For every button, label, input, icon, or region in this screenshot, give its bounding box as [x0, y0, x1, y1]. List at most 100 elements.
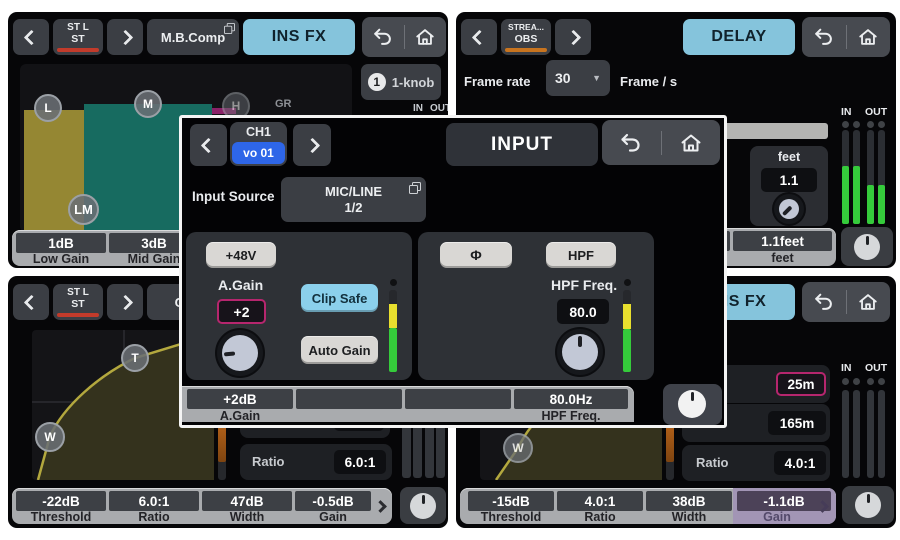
param-footer: -15dB 4.0:1 38dB -1.1dB Threshold Ratio … — [460, 488, 836, 524]
home-icon[interactable] — [679, 131, 703, 155]
more-params-chevron[interactable] — [374, 500, 387, 513]
footer-value-width[interactable]: 47dB — [202, 491, 292, 511]
channel-select-button[interactable]: ST L ST — [53, 284, 103, 320]
clip-safe-button[interactable]: Clip Safe — [301, 284, 378, 312]
channel-name-line2: ST — [71, 33, 84, 45]
footer-value-empty[interactable] — [296, 389, 402, 409]
prev-channel-button[interactable] — [190, 124, 227, 166]
copy-icon — [409, 182, 421, 194]
touch-and-turn-knob-button[interactable] — [842, 486, 894, 524]
feet-knob[interactable] — [774, 194, 804, 224]
undo-icon[interactable] — [813, 26, 835, 48]
footer-value-hpf-freq[interactable]: 80.0Hz — [514, 389, 628, 409]
home-icon[interactable] — [857, 291, 879, 313]
undo-icon[interactable] — [619, 131, 643, 155]
tab-delay[interactable]: DELAY — [683, 19, 795, 55]
prev-channel-button[interactable] — [13, 19, 49, 55]
ratio-value-box[interactable]: 4.0:1 — [774, 451, 826, 475]
home-icon[interactable] — [857, 26, 879, 48]
clip-dot — [853, 378, 860, 385]
threshold-handle[interactable]: T — [121, 344, 149, 372]
meter-yellow — [623, 304, 631, 329]
undo-icon[interactable] — [813, 291, 835, 313]
next-channel-button[interactable] — [555, 19, 591, 55]
footer-value-threshold[interactable]: -22dB — [16, 491, 106, 511]
auto-gain-button[interactable]: Auto Gain — [301, 336, 378, 364]
in-label: IN — [413, 103, 423, 114]
ratio-label: Ratio — [696, 455, 729, 470]
home-icon[interactable] — [414, 26, 436, 48]
mid-band-handle[interactable]: M — [134, 90, 162, 118]
input-source-button[interactable]: MIC/LINE 1/2 — [281, 177, 426, 222]
frame-rate-value: 30 — [555, 70, 571, 86]
meter-yellow — [389, 304, 397, 328]
footer-label: Threshold — [16, 510, 106, 523]
footer-value-empty[interactable] — [405, 389, 511, 409]
phantom-48v-button[interactable]: +48V — [206, 242, 276, 268]
release-value-box[interactable]: 165m — [768, 411, 826, 435]
footer-label: Threshold — [468, 510, 554, 523]
analog-gain-card: +48V A.Gain +2 Clip Safe Auto Gain — [186, 232, 412, 380]
channel-name-badge: vo 01 — [232, 142, 285, 164]
prev-channel-button[interactable] — [13, 284, 49, 320]
channel-name-line1: STREA... — [508, 22, 544, 33]
channel-name-line1: ST L — [67, 287, 89, 298]
phase-button[interactable]: Φ — [440, 242, 512, 268]
chevron-right-icon — [304, 137, 320, 153]
popup-title: INPUT — [446, 123, 598, 166]
footer-value-again[interactable]: +2dB — [187, 389, 293, 409]
footer-label: A.Gain — [187, 409, 293, 422]
in-meter-level — [842, 166, 849, 224]
again-label: A.Gain — [218, 277, 263, 293]
width-handle[interactable]: W — [503, 433, 533, 463]
next-channel-button[interactable] — [107, 19, 143, 55]
clip-dot — [624, 279, 631, 286]
footer-label-gain: Gain — [737, 510, 817, 523]
channel-select-button[interactable]: ST L ST — [53, 19, 103, 55]
footer-value-threshold[interactable]: -15dB — [468, 491, 554, 511]
tab-ins-fx[interactable]: INS FX — [243, 19, 355, 55]
ratio-value-box[interactable]: 6.0:1 — [334, 450, 386, 474]
hpf-freq-value-box[interactable]: 80.0 — [557, 299, 609, 324]
footer-value-low-gain[interactable]: 1dB — [16, 233, 106, 253]
crossover-lm-handle[interactable]: LM — [68, 194, 99, 225]
meter-green — [389, 328, 397, 372]
clip-dot — [842, 121, 849, 128]
again-value-box[interactable]: +2 — [217, 299, 266, 324]
channel-name-line1: ST L — [67, 22, 89, 33]
channel-select-button[interactable]: CH1 vo 01 — [230, 122, 287, 166]
in-meter-level — [853, 166, 860, 224]
next-channel-button[interactable] — [107, 284, 143, 320]
channel-id: CH1 — [230, 125, 287, 139]
delay-feet-card: feet 1.1 — [750, 146, 828, 226]
feet-value-box[interactable]: 1.1 — [761, 168, 817, 192]
low-band-handle[interactable]: L — [34, 94, 62, 122]
next-channel-button[interactable] — [293, 124, 331, 166]
footer-value-feet[interactable]: 1.1feet — [733, 231, 832, 251]
footer-value-gain[interactable]: -0.5dB — [295, 491, 371, 511]
footer-value-ratio[interactable]: 6.0:1 — [109, 491, 199, 511]
touch-and-turn-knob-button[interactable] — [841, 227, 893, 266]
frame-rate-dropdown[interactable]: 30 ▼ — [546, 60, 610, 96]
input-source-label: Input Source — [192, 189, 275, 204]
footer-label: Width — [646, 510, 732, 523]
touch-and-turn-knob-button[interactable] — [400, 487, 446, 524]
hpf-freq-knob[interactable] — [557, 329, 603, 375]
hpf-button[interactable]: HPF — [546, 242, 616, 268]
footer-value-width[interactable]: 38dB — [646, 491, 732, 511]
in-label: IN — [841, 362, 852, 374]
footer-value-ratio[interactable]: 4.0:1 — [557, 491, 643, 511]
width-handle[interactable]: W — [35, 422, 65, 452]
touch-and-turn-knob-button[interactable] — [663, 384, 722, 425]
attack-value-box[interactable]: 25m — [776, 372, 826, 396]
again-knob[interactable] — [217, 330, 263, 376]
channel-select-button[interactable]: STREA... OBS — [501, 19, 551, 55]
channel-color-bar — [57, 313, 99, 317]
dropdown-arrow-icon: ▼ — [592, 73, 601, 83]
in-label: IN — [841, 106, 852, 118]
undo-icon[interactable] — [372, 26, 394, 48]
footer-label: Width — [202, 510, 292, 523]
plugin-select-button[interactable]: M.B.Comp — [147, 19, 239, 55]
one-knob-button[interactable]: 1 1-knob — [361, 64, 441, 100]
prev-channel-button[interactable] — [461, 19, 497, 55]
